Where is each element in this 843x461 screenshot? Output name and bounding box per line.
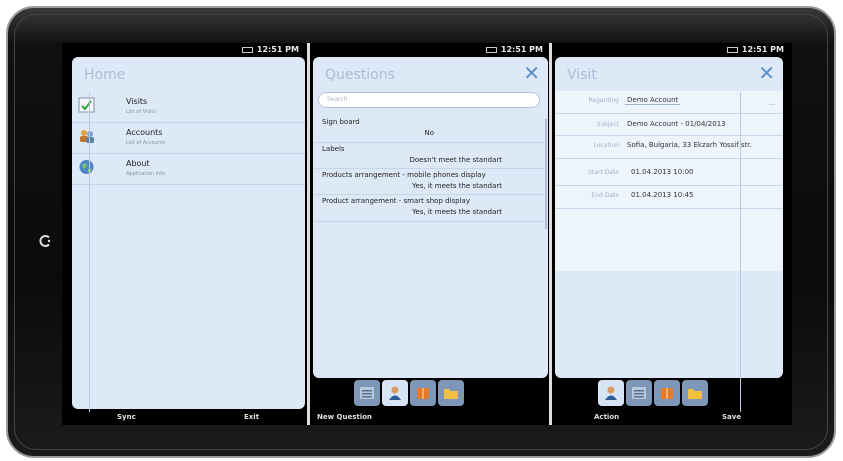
visit-tabbar xyxy=(598,380,708,406)
list-item[interactable]: Labels Doesn't meet the standart xyxy=(313,143,544,169)
status-bar: 12:51 PM xyxy=(552,43,784,57)
contact-icon xyxy=(605,386,617,400)
search-input[interactable]: Search xyxy=(318,92,540,108)
field-value: Demo Account xyxy=(625,96,681,105)
list-item[interactable]: Products arrangement - mobile phones dis… xyxy=(313,169,544,195)
field-subject[interactable]: Subject Demo Account - 01/04/2013 xyxy=(555,115,783,136)
home-item-title: About xyxy=(126,159,150,168)
status-bar: 12:51 PM xyxy=(62,43,299,57)
sync-button[interactable]: Sync xyxy=(117,413,136,421)
home-item-about[interactable]: About Application Info xyxy=(72,154,305,185)
clock: 12:51 PM xyxy=(500,45,543,54)
questions-panel: Questions ✕ Search Sign board No Labels … xyxy=(313,57,548,378)
tab-folder[interactable] xyxy=(438,380,464,406)
battery-icon xyxy=(485,46,497,53)
new-question-button[interactable]: New Question xyxy=(317,413,372,421)
tab-list[interactable] xyxy=(354,380,380,406)
folder-icon xyxy=(688,389,702,399)
visit-title: Visit xyxy=(567,67,597,83)
contact-icon xyxy=(389,386,401,400)
field-regarding[interactable]: Regarding Demo Account ... xyxy=(555,91,783,114)
tab-folder[interactable] xyxy=(682,380,708,406)
battery-icon xyxy=(241,46,253,53)
exit-button[interactable]: Exit xyxy=(244,413,259,421)
clock: 12:51 PM xyxy=(256,45,299,54)
question-label: Labels xyxy=(322,145,345,153)
about-globe-icon xyxy=(78,159,95,175)
list-icon xyxy=(632,387,646,399)
clock: 12:51 PM xyxy=(741,45,784,54)
field-value: Demo Account - 01/04/2013 xyxy=(627,120,726,128)
field-start-date[interactable]: Start Date 01.04.2013 10:00 xyxy=(555,163,783,186)
home-button-icon[interactable] xyxy=(38,234,52,251)
field-label: Start Date xyxy=(588,169,619,176)
pane-divider xyxy=(307,43,310,425)
tab-contact[interactable] xyxy=(382,380,408,406)
tab-product[interactable] xyxy=(410,380,436,406)
home-item-title: Visits xyxy=(126,97,148,106)
question-answer: Doesn't meet the standart xyxy=(409,156,502,164)
home-title: Home xyxy=(84,67,126,83)
tab-contact[interactable] xyxy=(598,380,624,406)
field-value: Sofia, Bulgaria, 33 Ekzarh Yossif str. xyxy=(627,141,752,149)
visit-panel: Visit ✕ Regarding Demo Account ... Subje… xyxy=(555,57,783,378)
list-item[interactable]: Product arrangement - smart shop display… xyxy=(313,195,544,222)
pane-divider xyxy=(549,43,552,425)
home-panel: Home Visits List of Visits Accounts List… xyxy=(72,57,305,409)
close-icon[interactable]: ✕ xyxy=(758,62,775,84)
guide-line xyxy=(89,92,90,412)
close-icon[interactable]: ✕ xyxy=(523,62,540,84)
save-button[interactable]: Save xyxy=(722,413,741,421)
visit-form: Regarding Demo Account ... Subject Demo … xyxy=(555,91,783,271)
status-bar: 12:51 PM xyxy=(312,43,543,57)
field-value: 01.04.2013 10:00 xyxy=(631,168,694,176)
field-end-date[interactable]: End Date 01.04.2013 10:45 xyxy=(555,186,783,209)
guide-line xyxy=(740,92,741,412)
action-button[interactable]: Action xyxy=(594,413,619,421)
question-answer: No xyxy=(424,129,434,137)
home-item-subtitle: Application Info xyxy=(126,171,165,177)
folder-icon xyxy=(444,389,458,399)
visits-check-icon xyxy=(78,97,95,113)
home-item-visits[interactable]: Visits List of Visits xyxy=(72,92,305,123)
question-label: Products arrangement - mobile phones dis… xyxy=(322,171,486,179)
questions-tabbar xyxy=(354,380,464,406)
more-button[interactable]: ... xyxy=(768,99,775,107)
screen: 12:51 PM 12:51 PM 12:51 PM Home Visits L… xyxy=(62,43,792,425)
field-label: Regarding xyxy=(588,97,619,104)
field-label: Subject xyxy=(596,121,619,128)
home-item-title: Accounts xyxy=(126,128,163,137)
questions-title: Questions xyxy=(325,67,395,83)
product-box-icon xyxy=(417,388,429,399)
field-label: Location xyxy=(593,142,619,149)
accounts-people-icon xyxy=(78,128,95,144)
field-location[interactable]: Location Sofia, Bulgaria, 33 Ekzarh Yoss… xyxy=(555,136,783,159)
field-value: 01.04.2013 10:45 xyxy=(631,191,694,199)
battery-icon xyxy=(726,46,738,53)
product-box-icon xyxy=(661,388,673,399)
question-label: Sign board xyxy=(322,118,360,126)
question-answer: Yes, it meets the standart xyxy=(412,208,502,216)
home-item-subtitle: List of Visits xyxy=(126,109,156,115)
tab-product[interactable] xyxy=(654,380,680,406)
questions-list: Sign board No Labels Doesn't meet the st… xyxy=(313,116,544,228)
scrollbar[interactable] xyxy=(545,119,547,229)
home-item-accounts[interactable]: Accounts List of Accounts xyxy=(72,123,305,154)
tab-list[interactable] xyxy=(626,380,652,406)
field-label: End Date xyxy=(591,192,619,199)
home-item-subtitle: List of Accounts xyxy=(126,140,166,146)
list-item[interactable]: Sign board No xyxy=(313,116,544,143)
question-label: Product arrangement - smart shop display xyxy=(322,197,470,205)
question-answer: Yes, it meets the standart xyxy=(412,182,502,190)
list-icon xyxy=(360,387,374,399)
